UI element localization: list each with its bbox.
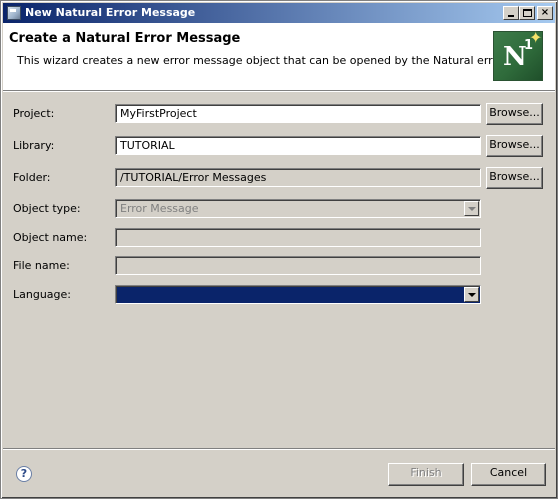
language-select[interactable] [115,285,481,304]
project-browse-button[interactable]: Browse... [486,103,543,125]
file-name-row: File name: [13,255,547,277]
page-title: Create a Natural Error Message [9,31,241,46]
object-name-label: Object name: [13,231,88,244]
chevron-down-icon [464,201,479,216]
minimize-button[interactable] [503,6,519,20]
chevron-down-icon[interactable] [464,287,479,302]
language-label: Language: [13,288,71,301]
object-name-input [115,228,481,247]
minimize-icon [508,15,514,17]
close-icon: × [540,7,550,18]
footer-divider [3,448,555,450]
star-icon: ✦ [529,28,543,47]
library-row: Library: TUTORIAL Browse... [13,135,547,157]
finish-button: Finish [388,463,464,486]
natural-logo: N 1 ✦ [493,28,543,81]
title-bar[interactable]: New Natural Error Message × [3,3,555,23]
close-button[interactable]: × [537,6,553,20]
project-input[interactable]: MyFirstProject [115,104,481,123]
folder-input: /TUTORIAL/Error Messages [115,168,481,187]
file-name-label: File name: [13,259,70,272]
folder-row: Folder: /TUTORIAL/Error Messages Browse.… [13,167,547,189]
object-type-label: Object type: [13,202,81,215]
library-browse-button[interactable]: Browse... [486,135,543,157]
project-label: Project: [13,107,55,120]
cancel-button[interactable]: Cancel [471,463,546,486]
object-type-row: Object type: Error Message [13,198,547,220]
folder-label: Folder: [13,171,51,184]
page-description: This wizard creates a new error message … [17,54,543,67]
file-name-input [115,256,481,275]
object-type-value: Error Message [120,202,199,215]
language-row: Language: [13,284,547,306]
library-input[interactable]: TUTORIAL [115,136,481,155]
library-label: Library: [13,139,55,152]
app-icon [7,6,21,20]
folder-browse-button[interactable]: Browse... [486,167,543,189]
help-icon[interactable]: ? [16,466,32,482]
wizard-header: Create a Natural Error Message This wiza… [3,23,555,90]
project-row: Project: MyFirstProject Browse... [13,103,547,125]
object-name-row: Object name: [13,227,547,249]
header-divider [3,90,555,92]
maximize-button[interactable] [519,6,535,20]
window-title: New Natural Error Message [25,6,196,19]
maximize-icon [523,9,532,17]
dialog-window: New Natural Error Message × Create a Nat… [0,0,558,499]
object-type-select: Error Message [115,199,481,218]
